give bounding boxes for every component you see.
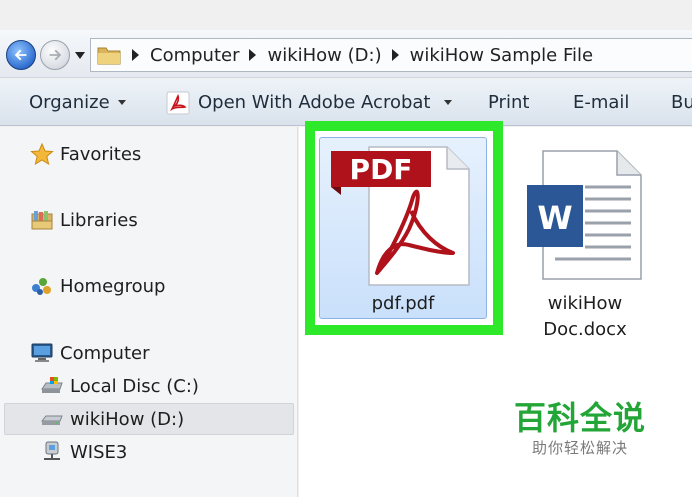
drive-icon (40, 415, 63, 425)
print-button[interactable]: Print (488, 79, 529, 126)
breadcrumb-folder[interactable]: wikiHow Sample File (410, 45, 593, 66)
nav-wise3[interactable]: WISE3 (40, 441, 127, 463)
pdf-file-icon[interactable]: PDF (329, 141, 479, 289)
nav-computer[interactable]: Computer (30, 342, 149, 364)
open-with-button[interactable]: Open With Adobe Acrobat (166, 79, 453, 126)
watermark-title: 百科全说 (513, 399, 646, 437)
command-bar: Organize Open With Adobe Acrobat Print E… (0, 79, 692, 126)
nav-wikihow-drive[interactable]: wikiHow (D:) (4, 403, 294, 435)
word-document-icon[interactable]: W (525, 147, 645, 283)
watermark-subtitle: 助你轻松解决 (531, 439, 628, 457)
navigation-pane: Favorites Libraries Homegroup Computer L… (0, 127, 298, 497)
network-drive-icon (44, 441, 60, 460)
organize-label: Organize (29, 92, 110, 113)
breadcrumb-arrow-icon[interactable] (249, 49, 257, 61)
word-badge: W (537, 199, 572, 237)
nav-local-disc[interactable]: Local Disc (C:) (40, 375, 199, 397)
doc-file-name-line1: wikiHow (547, 293, 623, 314)
back-arrow-icon (14, 49, 27, 61)
watermark: 百科全说 助你轻松解决 (493, 386, 667, 472)
doc-file-name-line2: Doc.docx (543, 319, 627, 340)
nav-libraries[interactable]: Libraries (30, 209, 138, 231)
nav-favorites[interactable]: Favorites (30, 143, 141, 165)
homegroup-icon (32, 278, 51, 295)
nav-homegroup[interactable]: Homegroup (30, 275, 165, 297)
chevron-down-icon (117, 100, 126, 105)
breadcrumb-computer[interactable]: Computer (150, 45, 239, 66)
burn-button[interactable]: Bu (671, 79, 692, 126)
pdf-file-name[interactable]: pdf.pdf (319, 291, 487, 317)
nav-favorites-label: Favorites (60, 143, 142, 165)
history-dropdown-icon[interactable] (75, 52, 85, 60)
nav-local-disc-label: Local Disc (C:) (70, 375, 199, 397)
star-icon (30, 143, 54, 165)
email-label: E-mail (573, 92, 630, 113)
forward-arrow-icon (49, 49, 62, 61)
nav-wise3-label: WISE3 (70, 441, 128, 463)
open-with-label: Open With Adobe Acrobat (198, 92, 431, 113)
pdf-badge: PDF (350, 153, 413, 186)
libraries-icon (31, 211, 53, 230)
breadcrumb[interactable]: Computer wikiHow (D:) wikiHow Sample Fil… (90, 38, 692, 72)
address-bar: Computer wikiHow (D:) wikiHow Sample Fil… (0, 30, 692, 78)
forward-button[interactable] (40, 40, 70, 70)
computer-icon (31, 343, 53, 362)
nav-wikihow-drive-label: wikiHow (D:) (70, 408, 185, 430)
breadcrumb-drive[interactable]: wikiHow (D:) (267, 45, 381, 66)
organize-button[interactable]: Organize (29, 79, 126, 126)
windows-drive-icon (41, 377, 63, 393)
nav-homegroup-label: Homegroup (60, 275, 166, 297)
nav-libraries-label: Libraries (60, 209, 138, 231)
back-button[interactable] (6, 40, 36, 70)
folder-icon (97, 47, 121, 65)
acrobat-icon (166, 91, 190, 114)
nav-computer-label: Computer (60, 342, 150, 364)
breadcrumb-arrow-icon[interactable] (132, 49, 139, 61)
email-button[interactable]: E-mail (573, 79, 629, 126)
print-label: Print (488, 92, 530, 113)
chevron-down-icon (444, 100, 453, 105)
doc-file-name[interactable]: wikiHow Doc.docx (519, 291, 651, 343)
burn-label: Bu (671, 92, 692, 113)
breadcrumb-arrow-icon[interactable] (391, 49, 399, 61)
